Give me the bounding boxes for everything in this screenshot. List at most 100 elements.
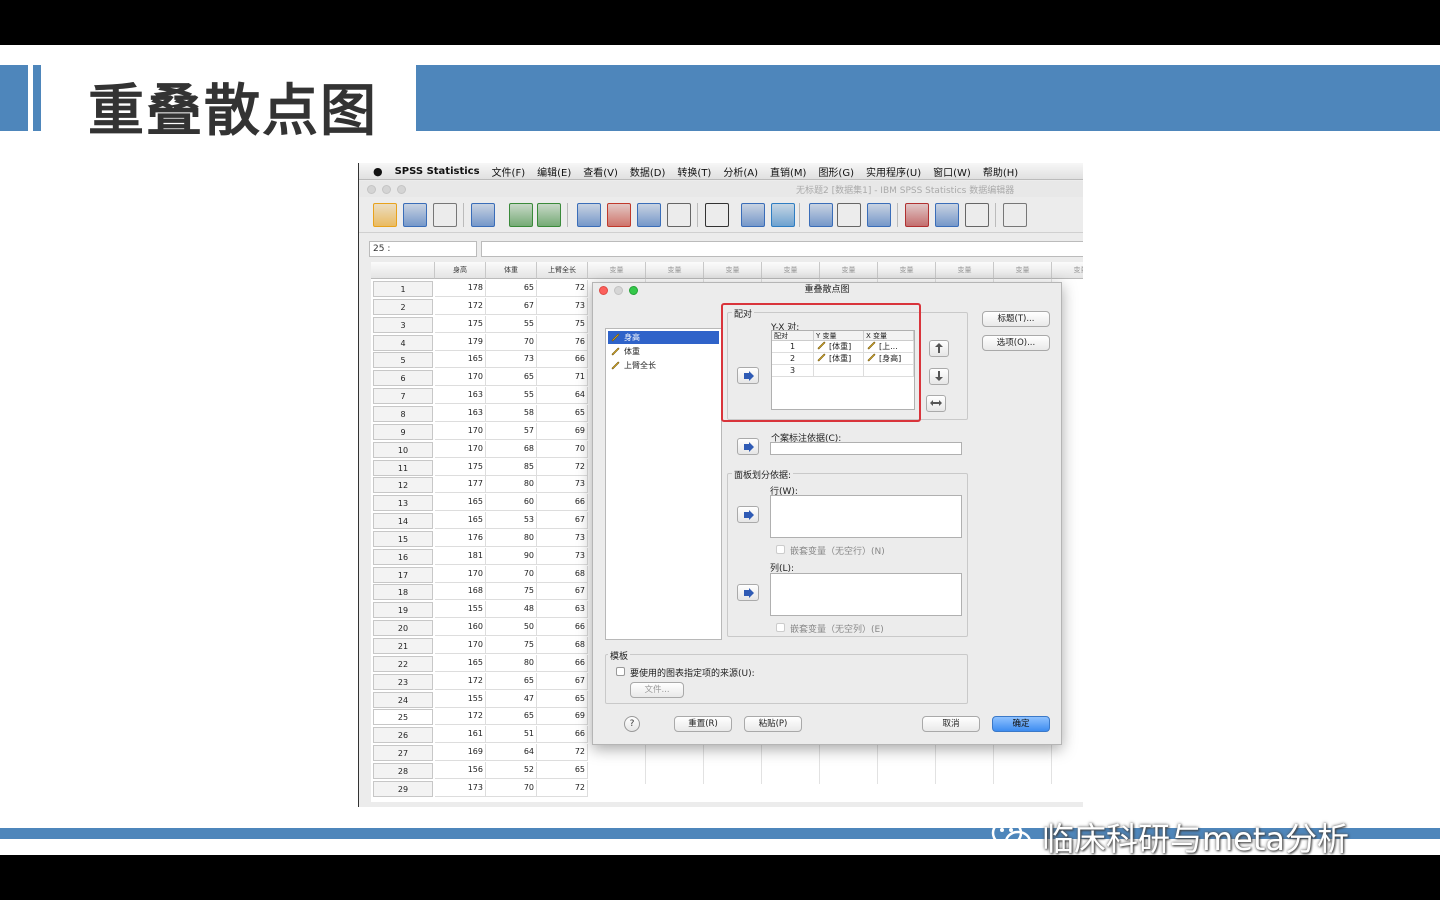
data-cell[interactable]: 73 (537, 297, 588, 315)
empty-variable-header[interactable]: 变量 (762, 262, 820, 279)
nest-rows-checkbox[interactable] (776, 545, 785, 554)
move-down-button[interactable] (929, 368, 949, 385)
data-cell[interactable]: 65 (537, 404, 588, 422)
row-header[interactable]: 10 (373, 441, 433, 458)
rows-field[interactable] (770, 495, 962, 538)
data-cell[interactable]: 168 (435, 583, 486, 601)
data-cell[interactable]: 71 (537, 369, 588, 387)
data-cell[interactable]: 173 (435, 779, 486, 797)
file-button[interactable]: 文件... (630, 682, 684, 698)
minimize-window-icon[interactable] (382, 185, 391, 194)
menu-item-6[interactable]: 直销(M) (770, 164, 806, 179)
data-cell[interactable]: 169 (435, 744, 486, 762)
titles-button[interactable]: 标题(T)... (982, 311, 1050, 327)
data-cell[interactable]: 165 (435, 654, 486, 672)
data-cell[interactable]: 64 (537, 387, 588, 405)
row-header[interactable]: 3 (373, 316, 433, 333)
data-cell[interactable]: 67 (537, 672, 588, 690)
data-cell[interactable]: 57 (486, 422, 537, 440)
select-cases-icon[interactable] (867, 203, 891, 227)
empty-variable-header[interactable]: 变量 (994, 262, 1052, 279)
data-cell[interactable]: 179 (435, 333, 486, 351)
data-cell[interactable]: 64 (486, 744, 537, 762)
column-header[interactable]: 体重 (486, 262, 537, 279)
nest-cols-checkbox[interactable] (776, 623, 785, 632)
data-cell[interactable]: 176 (435, 529, 486, 547)
use-sets-icon[interactable] (935, 203, 959, 227)
data-cell[interactable]: 55 (486, 315, 537, 333)
apple-icon[interactable]: ● (373, 165, 383, 178)
row-header[interactable]: 22 (373, 655, 433, 672)
data-cell[interactable]: 65 (537, 761, 588, 779)
data-cell[interactable]: 65 (486, 708, 537, 726)
row-header[interactable]: 29 (373, 780, 433, 797)
row-header[interactable]: 4 (373, 334, 433, 351)
data-cell[interactable]: 69 (537, 708, 588, 726)
data-cell[interactable]: 75 (486, 583, 537, 601)
data-cell[interactable]: 177 (435, 476, 486, 494)
data-cell[interactable]: 70 (486, 779, 537, 797)
data-cell[interactable]: 75 (537, 315, 588, 333)
variable-list[interactable]: 身高 体重 上臂全长 (605, 328, 722, 640)
row-header[interactable]: 1 (373, 281, 433, 297)
row-header[interactable]: 24 (373, 691, 433, 708)
move-to-rows-button[interactable] (737, 506, 759, 523)
data-cell[interactable]: 72 (537, 280, 588, 297)
data-cell[interactable]: 51 (486, 726, 537, 744)
data-cell[interactable]: 155 (435, 690, 486, 708)
data-cell[interactable]: 73 (537, 476, 588, 494)
data-cell[interactable]: 76 (537, 333, 588, 351)
data-cell[interactable]: 172 (435, 708, 486, 726)
data-cell[interactable]: 165 (435, 494, 486, 512)
row-header[interactable]: 11 (373, 459, 433, 476)
row-header[interactable]: 16 (373, 548, 433, 565)
cell-value-input[interactable] (481, 241, 1083, 257)
data-cell[interactable]: 80 (486, 529, 537, 547)
row-header[interactable]: 9 (373, 423, 433, 440)
help-button[interactable]: ? (624, 716, 640, 732)
row-header[interactable]: 20 (373, 620, 433, 637)
row-header[interactable]: 14 (373, 513, 433, 530)
data-cell[interactable]: 48 (486, 601, 537, 619)
menu-item-0[interactable]: 文件(F) (492, 164, 526, 179)
column-header[interactable]: 上臂全长 (537, 262, 588, 279)
data-cell[interactable]: 72 (537, 779, 588, 797)
goto-case-icon[interactable] (577, 203, 601, 227)
variable-item[interactable]: 体重 (608, 345, 719, 358)
row-header[interactable]: 7 (373, 388, 433, 405)
cols-field[interactable] (770, 573, 962, 616)
data-cell[interactable]: 72 (537, 744, 588, 762)
data-cell[interactable]: 170 (435, 369, 486, 387)
empty-variable-header[interactable]: 变量 (1052, 262, 1083, 279)
row-header[interactable]: 21 (373, 638, 433, 654)
data-cell[interactable]: 70 (537, 440, 588, 458)
data-cell[interactable]: 90 (486, 547, 537, 565)
variable-item[interactable]: 上臂全长 (608, 359, 719, 372)
data-cell[interactable]: 172 (435, 297, 486, 315)
row-header[interactable]: 28 (373, 762, 433, 779)
data-cell[interactable]: 170 (435, 565, 486, 583)
paste-button[interactable]: 粘贴(P) (744, 716, 802, 732)
data-cell[interactable]: 163 (435, 404, 486, 422)
data-cell[interactable]: 66 (537, 619, 588, 637)
empty-variable-header[interactable]: 变量 (878, 262, 936, 279)
data-cell[interactable]: 73 (537, 529, 588, 547)
variables-icon[interactable] (637, 203, 661, 227)
row-header[interactable]: 18 (373, 584, 433, 601)
data-cell[interactable]: 69 (537, 422, 588, 440)
data-cell[interactable]: 67 (537, 583, 588, 601)
zoom-window-icon[interactable] (397, 185, 406, 194)
menu-app-name[interactable]: SPSS Statistics (395, 166, 480, 177)
data-cell[interactable]: 58 (486, 404, 537, 422)
data-cell[interactable]: 66 (537, 351, 588, 369)
row-header[interactable]: 26 (373, 727, 433, 744)
data-cell[interactable]: 170 (435, 440, 486, 458)
row-header[interactable]: 12 (373, 477, 433, 494)
data-cell[interactable]: 47 (486, 690, 537, 708)
data-cell[interactable]: 70 (486, 333, 537, 351)
ok-button[interactable]: 确定 (992, 716, 1050, 732)
data-cell[interactable]: 70 (486, 565, 537, 583)
data-cell[interactable]: 55 (486, 387, 537, 405)
data-cell[interactable]: 65 (486, 672, 537, 690)
column-header[interactable]: 身高 (435, 262, 486, 279)
